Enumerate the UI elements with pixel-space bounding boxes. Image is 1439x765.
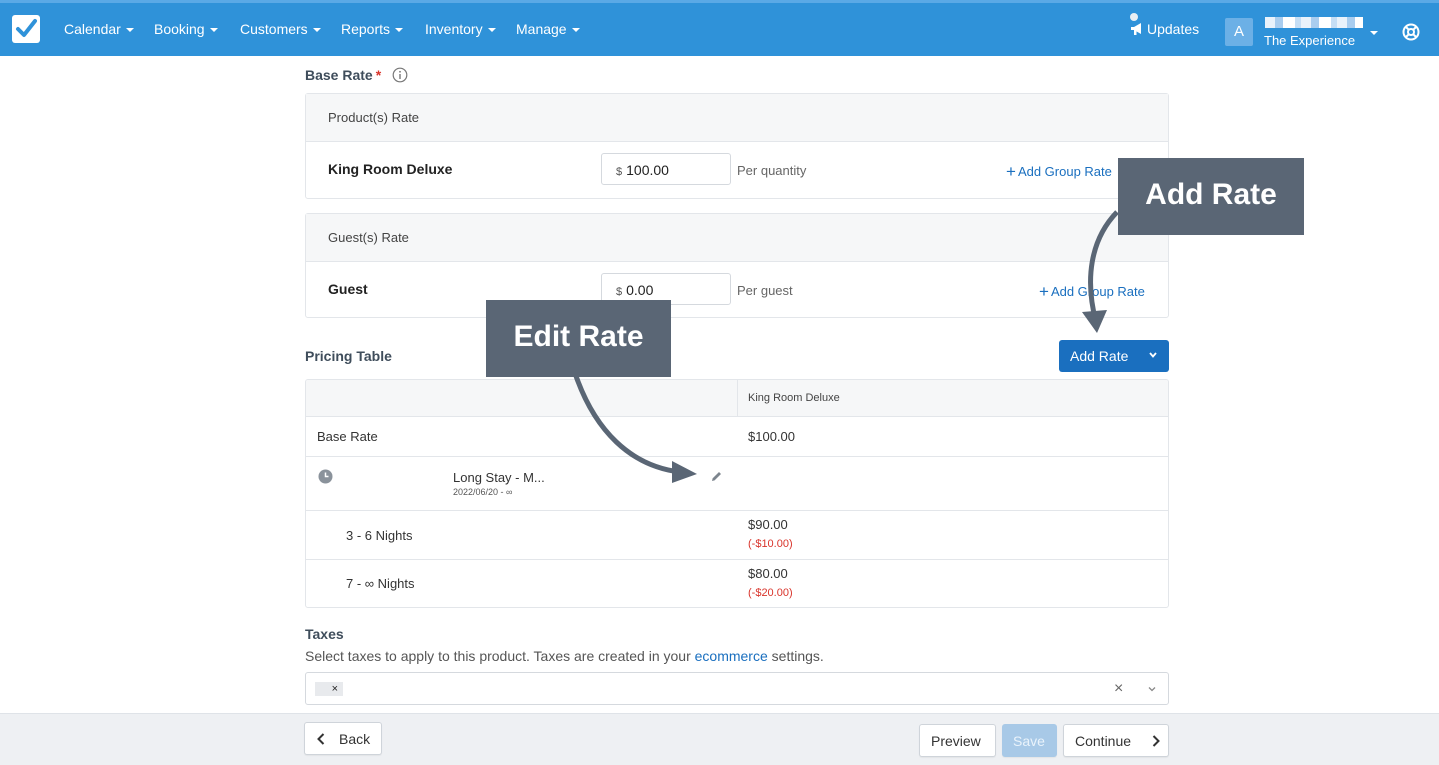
- caret-down-icon: [125, 28, 134, 33]
- plus-icon: +: [1006, 162, 1016, 181]
- add-group-rate-link[interactable]: + Add Group Rate: [1039, 282, 1145, 302]
- caret-down-icon: [571, 28, 580, 33]
- back-button[interactable]: Back: [304, 722, 382, 755]
- tier-value: $80.00: [748, 566, 788, 581]
- nav-customers-label: Customers: [240, 21, 308, 37]
- taxes-title: Taxes: [305, 626, 344, 642]
- chevron-left-icon: [317, 733, 325, 745]
- guest-rate-panel: Guest(s) Rate Guest $0.00 Per guest + Add…: [305, 213, 1169, 318]
- updates-button[interactable]: Updates: [1130, 13, 1200, 37]
- caret-down-icon: [395, 28, 404, 33]
- add-rate-callout: Add Rate: [1118, 158, 1304, 235]
- nav-calendar-label: Calendar: [64, 21, 121, 37]
- product-name: King Room Deluxe: [328, 161, 453, 177]
- pencil-edit-icon[interactable]: [710, 470, 723, 483]
- product-rate-header: Product(s) Rate: [306, 94, 1168, 142]
- tier-value: $90.00: [748, 517, 788, 532]
- base-rate-row-value: $100.00: [748, 429, 795, 444]
- nav-reports[interactable]: Reports: [341, 21, 404, 37]
- product-rate-value: 100.00: [626, 162, 669, 178]
- tier-label: 3 - 6 Nights: [346, 528, 413, 543]
- plus-icon: +: [1039, 282, 1049, 301]
- pricing-table: King Room Deluxe Base Rate $100.00 Long …: [305, 379, 1169, 608]
- base-rate-row-label: Base Rate: [317, 429, 378, 444]
- avatar[interactable]: A: [1225, 18, 1253, 46]
- tax-select[interactable]: × ×: [305, 672, 1169, 705]
- info-icon[interactable]: [392, 67, 408, 83]
- pricing-table-title: Pricing Table: [305, 348, 392, 364]
- taxes-desc-text-end: settings.: [767, 648, 824, 664]
- nav-booking-label: Booking: [154, 21, 205, 37]
- notification-dot: [1130, 13, 1138, 21]
- currency-symbol: $: [616, 166, 623, 178]
- guest-rate-value: 0.00: [626, 282, 654, 298]
- edit-rate-callout: Edit Rate: [486, 300, 671, 377]
- updates-label: Updates: [1147, 21, 1200, 37]
- product-rate-panel: Product(s) Rate King Room Deluxe $100.00…: [305, 93, 1169, 199]
- pricing-table-header: King Room Deluxe: [306, 380, 1168, 417]
- per-quantity-label: Per quantity: [737, 163, 807, 178]
- clock-icon: [318, 469, 333, 484]
- ecommerce-link[interactable]: ecommerce: [695, 648, 768, 664]
- app-logo-icon[interactable]: [12, 15, 40, 43]
- tier-diff: (-$10.00): [748, 538, 793, 550]
- caret-down-icon[interactable]: [1370, 31, 1378, 35]
- nav-inventory-label: Inventory: [425, 21, 483, 37]
- column-divider: [737, 380, 738, 417]
- nav-booking[interactable]: Booking: [154, 21, 218, 37]
- rule-dates: 2022/06/20 - ∞: [453, 487, 513, 497]
- required-mark: *: [375, 67, 382, 83]
- product-rate-row: King Room Deluxe $100.00 Per quantity + A…: [306, 142, 1168, 198]
- preview-button[interactable]: Preview: [919, 724, 996, 757]
- footer-bar: Back Preview Save Continue: [0, 713, 1439, 765]
- currency-symbol: $: [616, 286, 623, 298]
- continue-label: Continue: [1075, 733, 1132, 749]
- save-button[interactable]: Save: [1002, 724, 1057, 757]
- account-name[interactable]: The Experience: [1264, 33, 1355, 48]
- caret-down-icon: [209, 28, 218, 33]
- column-header-product: King Room Deluxe: [748, 392, 840, 404]
- megaphone-icon: [1131, 23, 1141, 35]
- nav-customers[interactable]: Customers: [240, 21, 321, 37]
- base-rate-heading: Base Rate *: [305, 67, 381, 83]
- rule-name[interactable]: Long Stay - M...: [453, 470, 545, 485]
- base-rate-title: Base Rate: [305, 67, 373, 83]
- nav-calendar[interactable]: Calendar: [64, 21, 134, 37]
- guest-rate-header: Guest(s) Rate: [306, 214, 1168, 262]
- account-email-redacted: [1265, 17, 1363, 28]
- top-navbar: Calendar Booking Customers Reports Inven…: [0, 0, 1439, 56]
- nav-inventory[interactable]: Inventory: [425, 21, 496, 37]
- nav-manage-label: Manage: [516, 21, 567, 37]
- product-rate-input[interactable]: $100.00: [601, 153, 731, 185]
- back-label: Back: [339, 731, 371, 747]
- row-divider: [306, 456, 1168, 457]
- add-rate-button[interactable]: Add Rate: [1059, 340, 1169, 372]
- row-divider: [306, 510, 1168, 511]
- taxes-description: Select taxes to apply to this product. T…: [305, 648, 824, 664]
- lifebuoy-help-icon[interactable]: [1402, 23, 1420, 41]
- tax-chip-remove[interactable]: ×: [315, 682, 343, 696]
- nav-manage[interactable]: Manage: [516, 21, 580, 37]
- row-divider: [306, 559, 1168, 560]
- caret-down-icon: [312, 28, 321, 33]
- nav-reports-label: Reports: [341, 21, 391, 37]
- chevron-right-icon: [1152, 735, 1160, 747]
- add-rate-label: Add Rate: [1070, 348, 1129, 364]
- tier-diff: (-$20.00): [748, 587, 793, 599]
- guest-name: Guest: [328, 281, 368, 297]
- per-guest-label: Per guest: [737, 283, 793, 298]
- chevron-down-icon[interactable]: [1148, 685, 1156, 693]
- chevron-down-icon: [1149, 352, 1157, 358]
- continue-button[interactable]: Continue: [1063, 724, 1169, 757]
- add-group-rate-label: Add Group Rate: [1017, 164, 1112, 179]
- add-group-rate-link[interactable]: + Add Group Rate: [1006, 162, 1112, 182]
- add-group-rate-label: Add Group Rate: [1050, 284, 1145, 299]
- clear-icon[interactable]: ×: [1114, 680, 1123, 698]
- tier-label: 7 - ∞ Nights: [346, 576, 415, 591]
- guest-rate-row: Guest $0.00 Per guest + Add Group Rate: [306, 262, 1168, 318]
- taxes-desc-text: Select taxes to apply to this product. T…: [305, 648, 695, 664]
- caret-down-icon: [487, 28, 496, 33]
